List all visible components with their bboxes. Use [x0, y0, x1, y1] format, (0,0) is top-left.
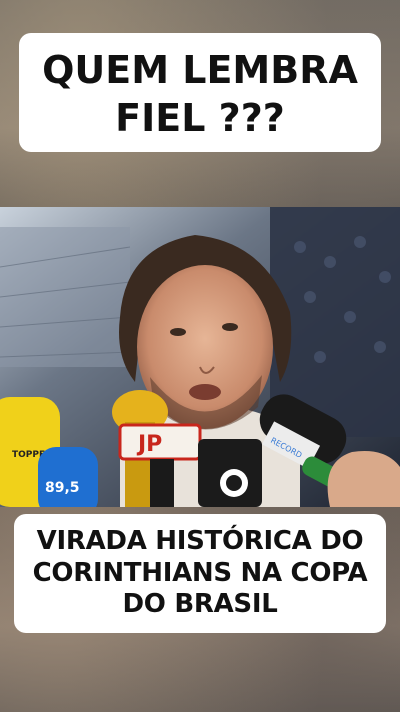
microphone-radio: 89,5 [38, 447, 98, 507]
top-caption-line-1: QUEM LEMBRA [42, 48, 358, 92]
mic-radio-label: 89,5 [45, 480, 80, 496]
interview-scene: TOPPER 89,5 JP RECORD [0, 207, 400, 507]
mic-jp-label: JP [136, 432, 162, 457]
top-caption: QUEM LEMBRA FIEL ??? [19, 33, 381, 152]
bottom-caption-line-1: VIRADA HISTÓRICA DO [36, 526, 364, 556]
bottom-caption-line-2: CORINTHIANS NA COPA [32, 557, 368, 588]
reporter-hand [327, 451, 400, 507]
bottom-caption: VIRADA HISTÓRICA DO CORINTHIANS NA COPA … [14, 514, 386, 634]
bottom-caption-line-3: DO BRASIL [122, 589, 278, 620]
video-frame[interactable]: TOPPER 89,5 JP RECORD [0, 207, 400, 507]
microphone-globo [198, 439, 262, 507]
top-caption-line-2: FIEL ??? [115, 96, 285, 141]
